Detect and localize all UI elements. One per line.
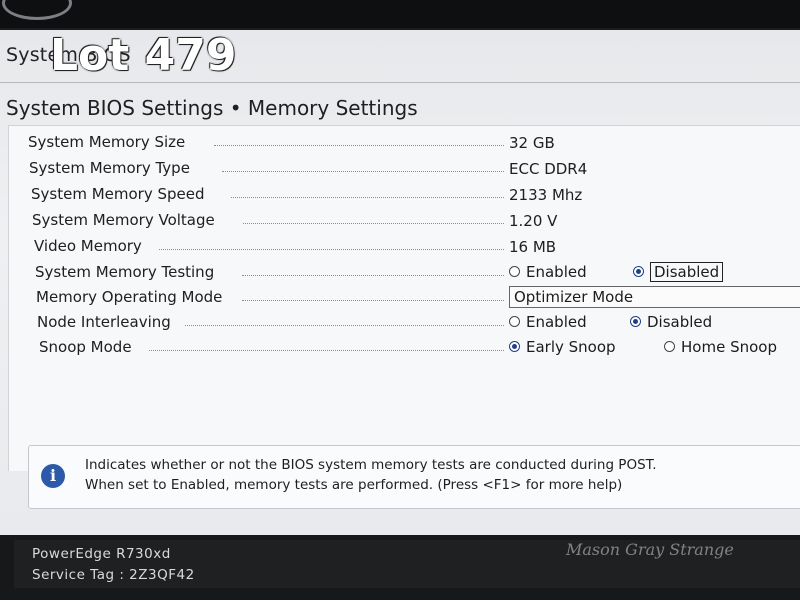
setting-label: Memory Operating Mode <box>36 288 223 306</box>
monitor-bezel-top <box>0 0 800 28</box>
setting-label: System Memory Speed <box>31 185 205 203</box>
radio-unselected-icon <box>664 341 675 352</box>
radio-selected-icon <box>633 266 644 277</box>
setting-label: Node Interleaving <box>37 313 171 331</box>
leader-dots <box>185 325 504 326</box>
photographer-watermark: Mason Gray Strange <box>566 540 734 559</box>
leader-dots <box>159 249 504 250</box>
setting-row-video-memory: Video Memory 16 MB <box>9 235 800 259</box>
leader-dots <box>149 350 504 351</box>
setting-label: System Memory Size <box>28 133 190 151</box>
radio-label: Home Snoop <box>681 338 777 356</box>
memory-testing-disabled-radio[interactable]: Disabled <box>633 262 724 282</box>
setting-row-node-interleaving: Node Interleaving Enabled Disabled <box>9 311 800 335</box>
help-line-2: When set to Enabled, memory tests are pe… <box>85 477 623 493</box>
radio-label: Enabled <box>526 313 587 331</box>
setting-label: Snoop Mode <box>39 338 132 356</box>
setting-row-memory-size: System Memory Size 32 GB <box>9 131 800 155</box>
leader-dots <box>243 223 504 224</box>
leader-dots <box>231 197 504 198</box>
help-text: Indicates whether or not the BIOS system… <box>85 455 657 495</box>
page-title: System BIOS Settings • Memory Settings <box>6 96 418 120</box>
setting-label: System Memory Voltage <box>32 211 215 229</box>
dell-logo <box>2 0 72 20</box>
help-line-1: Indicates whether or not the BIOS system… <box>85 457 657 473</box>
setting-row-memory-speed: System Memory Speed 2133 Mhz <box>9 183 800 207</box>
setting-label: System Memory Type <box>29 159 190 177</box>
help-bar: i Indicates whether or not the BIOS syst… <box>28 445 800 509</box>
node-interleaving-disabled-radio[interactable]: Disabled <box>630 313 712 331</box>
setting-value: 2133 Mhz <box>509 186 583 204</box>
setting-row-operating-mode: Memory Operating Mode Optimizer Mode <box>9 286 800 310</box>
model-name: PowerEdge R730xd <box>32 546 171 562</box>
operating-mode-dropdown[interactable]: Optimizer Mode <box>509 286 800 308</box>
setting-label: System Memory Testing <box>35 263 215 281</box>
setting-row-memory-type: System Memory Type ECC DDR4 <box>9 157 800 181</box>
setting-value: 16 MB <box>509 238 557 256</box>
divider <box>0 82 800 83</box>
leader-dots <box>242 275 504 276</box>
setting-row-memory-voltage: System Memory Voltage 1.20 V <box>9 209 800 233</box>
setting-value: ECC DDR4 <box>509 160 588 178</box>
radio-label: Disabled <box>647 313 713 331</box>
snoop-mode-early-radio[interactable]: Early Snoop <box>509 338 616 356</box>
settings-panel: System Memory Size 32 GB System Memory T… <box>8 125 800 471</box>
radio-unselected-icon <box>509 316 520 327</box>
setting-row-snoop-mode: Snoop Mode Early Snoop Home Snoop <box>9 336 800 360</box>
radio-label: Early Snoop <box>526 338 616 356</box>
setting-value: 1.20 V <box>509 212 558 230</box>
snoop-mode-home-radio[interactable]: Home Snoop <box>664 338 777 356</box>
radio-label: Enabled <box>526 263 587 281</box>
leader-dots <box>222 171 504 172</box>
setting-value: 32 GB <box>509 134 555 152</box>
info-icon: i <box>41 464 65 488</box>
setting-row-memory-testing: System Memory Testing Enabled Disabled <box>9 261 800 285</box>
service-tag: Service Tag : 2Z3QF42 <box>32 567 195 583</box>
leader-dots <box>214 145 504 146</box>
setting-label: Video Memory <box>34 237 142 255</box>
memory-testing-enabled-radio[interactable]: Enabled <box>509 263 587 281</box>
radio-selected-icon <box>509 341 520 352</box>
radio-selected-icon <box>630 316 641 327</box>
node-interleaving-enabled-radio[interactable]: Enabled <box>509 313 587 331</box>
radio-label-focused: Disabled <box>650 262 724 282</box>
radio-unselected-icon <box>509 266 520 277</box>
leader-dots <box>242 300 504 301</box>
lot-number-overlay: Lot 479 <box>50 30 237 81</box>
